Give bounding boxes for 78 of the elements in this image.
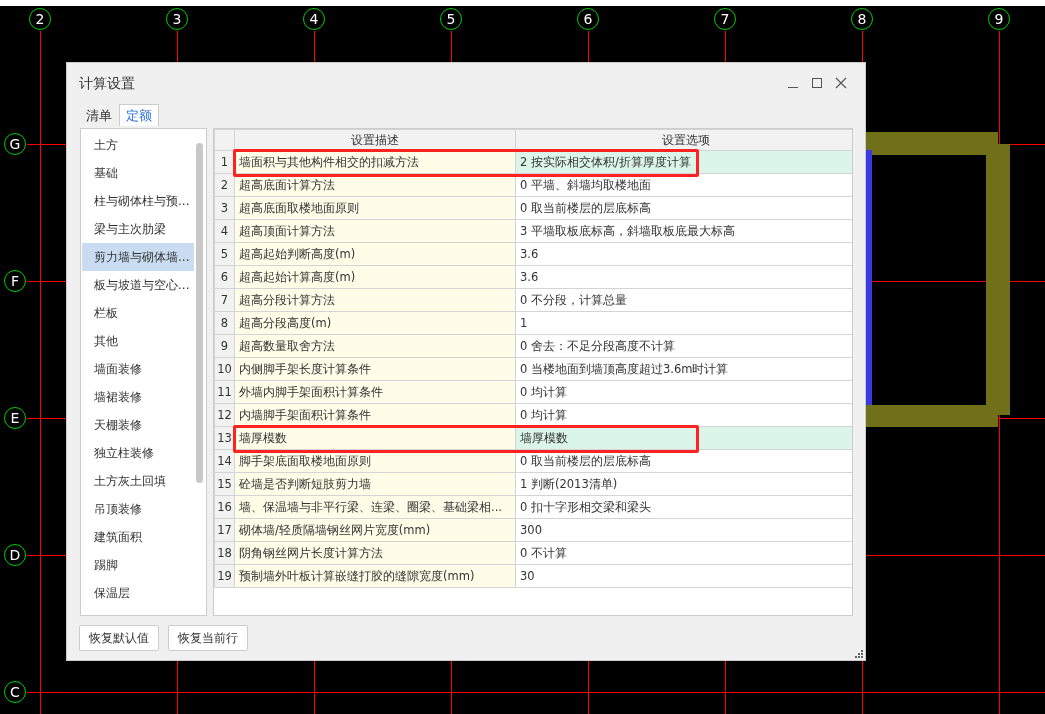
table-cell: 超高分段计算方法 [234, 288, 516, 312]
scrollbar-thumb[interactable] [196, 143, 203, 483]
row-number: 11 [214, 380, 235, 404]
table-cell: 预制墙外叶板计算嵌缝打胶的缝隙宽度(mm) [234, 564, 516, 588]
category-item[interactable]: 剪力墙与砌体墙... [82, 243, 194, 271]
row-number: 8 [214, 311, 235, 335]
category-item[interactable]: 梁与主次肋梁 [82, 215, 194, 243]
category-item[interactable]: 踢脚 [82, 551, 194, 579]
row-number: 16 [214, 495, 235, 519]
row-number: 6 [214, 265, 235, 289]
table-cell: 超高顶面计算方法 [234, 219, 516, 243]
row-number: 18 [214, 541, 235, 565]
row-number: 15 [214, 472, 235, 496]
axis-label: 3 [166, 8, 188, 30]
row-number: 10 [214, 357, 235, 381]
row-number: 17 [214, 518, 235, 542]
row-number: 1 [214, 150, 235, 174]
row-number: 3 [214, 196, 235, 220]
axis-label: 4 [303, 8, 325, 30]
maximize-icon[interactable] [811, 77, 823, 89]
table-cell: 墙、保温墙与非平行梁、连梁、圈梁、基础梁相... [234, 495, 516, 519]
row-number: 2 [214, 173, 235, 197]
category-item[interactable]: 墙面装修 [82, 355, 194, 383]
axis-label: E [4, 407, 26, 429]
category-item[interactable]: 建筑面积 [82, 523, 194, 551]
row-number: 14 [214, 449, 235, 473]
category-item[interactable]: 墙裙装修 [82, 383, 194, 411]
axis-label: 8 [851, 8, 873, 30]
category-item[interactable]: 吊顶装修 [82, 495, 194, 523]
axis-label: 2 [29, 8, 51, 30]
table-cell: 超高数量取舍方法 [234, 334, 516, 358]
table-cell: 超高起始计算高度(m) [234, 265, 516, 289]
restore-button[interactable]: 恢复默认值 [79, 625, 159, 651]
axis-label: 7 [714, 8, 736, 30]
row-number: 4 [214, 219, 235, 243]
axis-label: C [4, 681, 26, 703]
category-item[interactable]: 独立柱装修 [82, 439, 194, 467]
category-item[interactable]: 土方 [82, 131, 194, 159]
table-cell: 墙面积与其他构件相交的扣减方法 [234, 150, 516, 174]
table-cell[interactable]: 2 按实际相交体积/折算厚度计算 [515, 150, 852, 174]
axis-label: 9 [988, 8, 1010, 30]
table-cell[interactable]: 墙厚模数 [515, 426, 852, 450]
category-item[interactable]: 板与坡道与空心... [82, 271, 194, 299]
category-item[interactable]: 天棚装修 [82, 411, 194, 439]
tab[interactable]: 定额 [119, 103, 159, 126]
table-cell: 超高起始判断高度(m) [234, 242, 516, 266]
table-cell: 超高分段高度(m) [234, 311, 516, 335]
axis-label: 5 [440, 8, 462, 30]
table-cell: 超高底面取楼地面原则 [234, 196, 516, 220]
row-number: 9 [214, 334, 235, 358]
category-item[interactable]: 基础 [82, 159, 194, 187]
category-item[interactable]: 保温层 [82, 579, 194, 607]
table-cell: 外墙内脚手架面积计算条件 [234, 380, 516, 404]
table-cell: 内侧脚手架长度计算条件 [234, 357, 516, 381]
category-item[interactable]: 其他 [82, 327, 194, 355]
tab[interactable]: 清单 [79, 103, 119, 126]
axis-label: 6 [577, 8, 599, 30]
axis-label: F [4, 270, 26, 292]
category-item[interactable]: 栏板 [82, 299, 194, 327]
table-cell: 墙厚模数 [234, 426, 516, 450]
category-item[interactable]: 土方灰土回填 [82, 467, 194, 495]
axis-label: G [4, 133, 26, 155]
close-icon[interactable] [835, 77, 847, 89]
table-cell: 砌体墙/轻质隔墙钢丝网片宽度(mm) [234, 518, 516, 542]
resize-grip-icon[interactable] [855, 650, 863, 658]
restore-button[interactable]: 恢复当前行 [168, 625, 248, 651]
column-header: 设置选项 [515, 129, 852, 151]
row-number: 7 [214, 288, 235, 312]
column-header: 设置描述 [234, 129, 516, 151]
table-cell: 阴角钢丝网片长度计算方法 [234, 541, 516, 565]
category-item[interactable]: 柱与砌体柱与预... [82, 187, 194, 215]
window-title: 计算设置 [79, 73, 135, 93]
table-cell: 砼墙是否判断短肢剪力墙 [234, 472, 516, 496]
row-number: 19 [214, 564, 235, 588]
row-number: 13 [214, 426, 235, 450]
row-number: 5 [214, 242, 235, 266]
axis-label: D [4, 544, 26, 566]
row-number: 12 [214, 403, 235, 427]
